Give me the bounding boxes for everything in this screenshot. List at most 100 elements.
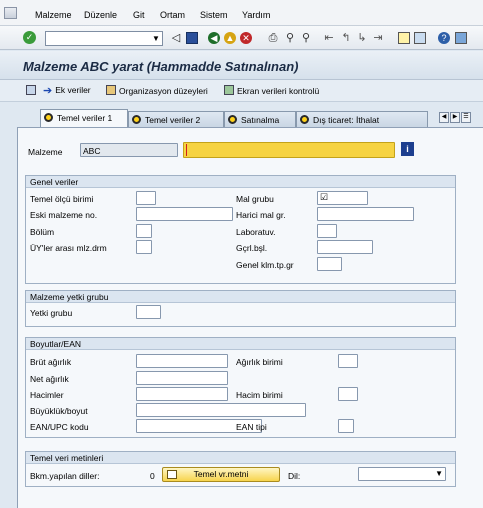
next-page-icon[interactable]: ↳ xyxy=(356,32,368,44)
tab-status-icon xyxy=(132,115,141,124)
auth-group-label: Yetki grubu xyxy=(30,308,73,318)
org-levels-button[interactable]: Organizasyon düzeyleri xyxy=(106,85,208,96)
ean-type-input[interactable] xyxy=(338,419,354,433)
menu-yardim[interactable]: Yardım xyxy=(242,10,270,20)
menu-sistem[interactable]: Sistem xyxy=(200,10,228,20)
authorization-group: Malzeme yetki grubu xyxy=(25,290,456,327)
tab-label: Temel veriler 2 xyxy=(145,115,201,125)
org-icon-button[interactable] xyxy=(26,85,39,96)
tab-scroll-left-icon[interactable]: ◀ xyxy=(439,112,449,123)
volume-label: Hacimler xyxy=(30,390,64,400)
save-icon[interactable] xyxy=(186,32,198,44)
print-icon[interactable]: ⎙ xyxy=(267,32,279,44)
additional-data-button[interactable]: ➔ Ek veriler xyxy=(43,85,91,97)
basic-texts-header: Temel veri metinleri xyxy=(26,452,455,464)
base-uom-label: Temel ölçü birimi xyxy=(30,194,94,204)
text-cursor xyxy=(186,144,187,156)
tab-scroll-right-icon[interactable]: ▶ xyxy=(450,112,460,123)
weight-unit-label: Ağırlık birimi xyxy=(236,357,283,367)
validity-input[interactable] xyxy=(317,240,373,254)
validity-label: Gçrl.bşl. xyxy=(236,243,268,253)
help-icon[interactable]: ? xyxy=(438,32,450,44)
tab-foreign-trade-import[interactable]: Dış ticaret: İthalat xyxy=(296,111,428,127)
check-screen-icon xyxy=(224,85,234,95)
last-page-icon[interactable]: ⇥ xyxy=(372,32,384,44)
material-group-label: Mal grubu xyxy=(236,194,274,204)
division-label: Bölüm xyxy=(30,227,55,237)
material-description-input[interactable] xyxy=(183,142,395,158)
back-arrow-icon[interactable]: ◀ xyxy=(208,32,220,44)
net-weight-input[interactable] xyxy=(136,371,228,385)
lab-office-input[interactable] xyxy=(317,224,337,238)
ean-upc-label: EAN/UPC kodu xyxy=(30,422,89,432)
first-page-icon[interactable]: ⇤ xyxy=(323,32,335,44)
chevron-down-icon[interactable]: ▼ xyxy=(150,32,162,45)
tab-purchasing[interactable]: Satınalma xyxy=(224,111,296,127)
volume-input[interactable] xyxy=(136,387,228,401)
check-screen-button[interactable]: Ekran verileri kontrolü xyxy=(224,85,319,96)
size-dim-input[interactable] xyxy=(136,403,306,417)
org-levels-label: Organizasyon düzeyleri xyxy=(119,86,208,96)
customize-icon[interactable] xyxy=(455,32,467,44)
gen-item-cat-input[interactable] xyxy=(317,257,342,271)
old-material-label: Eski malzeme no. xyxy=(30,210,98,220)
x-plant-status-input[interactable] xyxy=(136,240,152,254)
volume-unit-label: Hacim birimi xyxy=(236,390,283,400)
material-code-field: ABC xyxy=(80,143,178,157)
chevron-down-icon[interactable]: ▼ xyxy=(435,469,443,478)
find-icon[interactable]: ⚲ xyxy=(284,32,296,44)
division-input[interactable] xyxy=(136,224,152,238)
cancel-icon[interactable]: ✕ xyxy=(240,32,252,44)
required-checkbox-icon: ☑ xyxy=(320,192,329,202)
auth-group-input[interactable] xyxy=(136,305,161,319)
info-icon[interactable]: i xyxy=(401,142,414,156)
language-select[interactable]: ▼ xyxy=(358,467,446,481)
menu-malzeme[interactable]: Malzeme xyxy=(35,10,72,20)
material-group-input[interactable]: ☑ xyxy=(317,191,368,205)
prev-page-icon[interactable]: ↰ xyxy=(340,32,352,44)
application-toolbar: ➔ Ek veriler Organizasyon düzeyleri Ekran… xyxy=(0,80,483,102)
language-label: Dil: xyxy=(288,471,301,481)
basic-text-label: Temel vr.metni xyxy=(193,469,249,479)
old-material-input[interactable] xyxy=(136,207,233,221)
tab-status-icon xyxy=(300,115,309,124)
ext-material-group-input[interactable] xyxy=(317,207,414,221)
back-icon[interactable]: ◁ xyxy=(170,32,182,44)
basic-text-button[interactable]: Temel vr.metni xyxy=(162,467,280,482)
base-uom-input[interactable] xyxy=(136,191,156,205)
material-label: Malzeme xyxy=(28,147,63,157)
exit-icon[interactable]: ▲ xyxy=(224,32,236,44)
enter-icon[interactable]: ✓ xyxy=(23,31,36,44)
ean-type-label: EAN tipi xyxy=(236,422,267,432)
page-title: Malzeme ABC yarat (Hammadde Satınalınan) xyxy=(23,59,299,74)
languages-count: 0 xyxy=(150,471,155,481)
tab-label: Satınalma xyxy=(241,115,280,125)
tab-label: Dış ticaret: İthalat xyxy=(313,115,380,125)
org-levels-icon xyxy=(106,85,116,95)
tab-label: Temel veriler 1 xyxy=(57,113,113,123)
authorization-header: Malzeme yetki grubu xyxy=(26,291,455,303)
volume-unit-input[interactable] xyxy=(338,387,358,401)
check-screen-label: Ekran verileri kontrolü xyxy=(237,86,320,96)
hierarchy-icon xyxy=(26,85,36,95)
command-field[interactable]: ▼ xyxy=(45,31,163,46)
menu-duzenle[interactable]: Düzenle xyxy=(84,10,117,20)
lab-office-label: Laboratuv. xyxy=(236,227,276,237)
shortcut-icon[interactable] xyxy=(414,32,426,44)
menu-git[interactable]: Git xyxy=(133,10,145,20)
system-menu-icon[interactable] xyxy=(4,7,17,19)
tab-basic-data-2[interactable]: Temel veriler 2 xyxy=(128,111,224,127)
general-data-header: Genel veriler xyxy=(26,176,455,188)
weight-unit-input[interactable] xyxy=(338,354,358,368)
tab-basic-data-1[interactable]: Temel veriler 1 xyxy=(40,109,128,127)
menu-ortam[interactable]: Ortam xyxy=(160,10,185,20)
net-weight-label: Net ağırlık xyxy=(30,374,69,384)
tab-list-icon[interactable]: ☰ xyxy=(461,112,471,123)
gen-item-cat-label: Genel klm.tp.gr xyxy=(236,260,294,270)
additional-data-label: Ek veriler xyxy=(55,85,91,95)
tab-status-icon xyxy=(44,113,53,122)
find-next-icon[interactable]: ⚲ xyxy=(300,32,312,44)
gross-weight-input[interactable] xyxy=(136,354,228,368)
new-session-icon[interactable] xyxy=(398,32,410,44)
dimensions-header: Boyutlar/EAN xyxy=(26,338,455,350)
